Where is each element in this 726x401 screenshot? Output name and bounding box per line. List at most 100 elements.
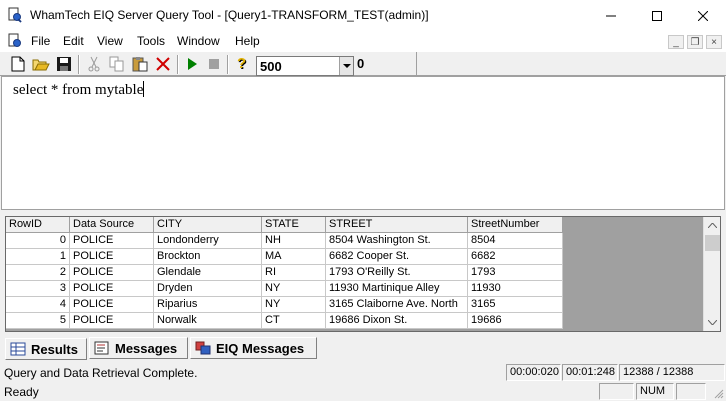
menu-window[interactable]: Window (177, 34, 220, 48)
table-row[interactable]: 3 POLICE Dryden NY 11930 Martinique Alle… (6, 281, 563, 297)
minimize-button[interactable] (588, 0, 634, 31)
new-button[interactable] (9, 55, 27, 73)
document-app-icon[interactable] (7, 33, 23, 49)
close-icon (698, 10, 708, 21)
child-close-button[interactable]: × (706, 35, 722, 49)
table-cell: 6682 Cooper St. (326, 249, 468, 265)
table-row[interactable]: 4 POLICE Riparius NY 3165 Claiborne Ave.… (6, 297, 563, 313)
tab-results[interactable]: Results (5, 338, 87, 360)
table-cell: NY (262, 281, 326, 297)
column-header[interactable]: StreetNumber (468, 217, 563, 233)
help-button[interactable]: ?? (234, 55, 252, 73)
table-cell: 1793 O'Reilly St. (326, 265, 468, 281)
table-cell: 19686 (468, 313, 563, 329)
results-tab-strip: Results Messages EIQ Messages (0, 335, 726, 361)
close-button[interactable] (680, 0, 726, 31)
table-cell: POLICE (70, 249, 154, 265)
help-question-icon: ?? (237, 56, 247, 72)
scroll-down-button[interactable] (704, 314, 720, 331)
tab-messages[interactable]: Messages (89, 337, 188, 359)
max-rows-dropdown-button[interactable] (339, 57, 353, 75)
column-header[interactable]: STATE (262, 217, 326, 233)
table-cell: 0 (6, 233, 70, 249)
table-cell: 19686 Dixon St. (326, 313, 468, 329)
column-header[interactable]: Data Source (70, 217, 154, 233)
stop-button[interactable] (205, 55, 223, 73)
cut-icon (88, 56, 100, 72)
scroll-thumb[interactable] (705, 235, 720, 251)
menu-file[interactable]: File (31, 34, 50, 48)
paste-button[interactable] (131, 55, 149, 73)
table-cell: Brockton (154, 249, 262, 265)
chevron-up-icon (708, 223, 717, 228)
delete-icon (156, 57, 170, 71)
table-cell: 11930 Martinique Alley (326, 281, 468, 297)
table-cell: 2 (6, 265, 70, 281)
results-grid[interactable]: RowID Data Source CITY STATE STREET Stre… (5, 216, 721, 332)
table-row[interactable]: 2 POLICE Glendale RI 1793 O'Reilly St. 1… (6, 265, 563, 281)
app-icon (8, 7, 22, 23)
table-cell: Londonderry (154, 233, 262, 249)
menu-view[interactable]: View (97, 34, 123, 48)
table-cell: Glendale (154, 265, 262, 281)
table-cell: POLICE (70, 313, 154, 329)
resize-grip-icon[interactable] (712, 387, 724, 399)
minimize-icon (606, 15, 616, 16)
save-button[interactable] (55, 55, 73, 73)
window-title: WhamTech EIQ Server Query Tool - [Query1… (30, 8, 429, 22)
column-header[interactable]: CITY (154, 217, 262, 233)
table-cell: Riparius (154, 297, 262, 313)
tab-label: EIQ Messages (216, 340, 305, 356)
chevron-down-icon (708, 320, 717, 325)
tab-label: Results (31, 341, 78, 357)
copy-button[interactable] (108, 55, 126, 73)
header-row: RowID Data Source CITY STATE STREET Stre… (6, 217, 563, 233)
table-cell: 11930 (468, 281, 563, 297)
toolbar-separator (78, 55, 80, 74)
table-cell: MA (262, 249, 326, 265)
record-count: 12388 / 12388 (619, 364, 725, 381)
scroll-up-button[interactable] (704, 217, 720, 234)
table-cell: NY (262, 297, 326, 313)
column-header[interactable]: STREET (326, 217, 468, 233)
child-minimize-button[interactable]: _ (668, 35, 684, 49)
close-icon: × (711, 36, 717, 48)
vertical-scrollbar[interactable] (703, 217, 720, 331)
max-rows-combo[interactable]: 500 (256, 56, 354, 76)
table-cell: 3165 Claiborne Ave. North (326, 297, 468, 313)
column-header[interactable]: RowID (6, 217, 70, 233)
tab-eiq-messages[interactable]: EIQ Messages (190, 337, 317, 359)
toolbar-separator (416, 52, 417, 77)
menu-bar: File Edit View Tools Window Help (0, 31, 726, 51)
child-restore-button[interactable]: ❐ (687, 35, 703, 49)
table-cell: RI (262, 265, 326, 281)
toolbar-separator (227, 55, 229, 74)
menu-edit[interactable]: Edit (63, 34, 84, 48)
maximize-icon (652, 10, 662, 21)
delete-button[interactable] (154, 55, 172, 73)
copy-icon (109, 56, 124, 72)
table-cell: CT (262, 313, 326, 329)
cut-button[interactable] (85, 55, 103, 73)
query-time: 00:00:020 (506, 364, 561, 381)
table-cell: POLICE (70, 265, 154, 281)
table-cell: 1793 (468, 265, 563, 281)
open-button[interactable] (32, 55, 50, 73)
menu-help[interactable]: Help (235, 34, 260, 48)
status-pane-empty (676, 383, 706, 400)
new-file-icon (11, 56, 25, 72)
maximize-button[interactable] (634, 0, 680, 31)
execute-button[interactable] (183, 55, 201, 73)
table-cell: 6682 (468, 249, 563, 265)
toolbar: ?? 500 0 (0, 51, 726, 77)
title-bar: WhamTech EIQ Server Query Tool - [Query1… (0, 0, 726, 31)
query-editor[interactable]: select * from mytable (1, 76, 725, 210)
text-caret (143, 81, 145, 97)
menu-tools[interactable]: Tools (137, 34, 165, 48)
table-row[interactable]: 0 POLICE Londonderry NH 8504 Washington … (6, 233, 563, 249)
table-cell: 5 (6, 313, 70, 329)
table-cell: 3165 (468, 297, 563, 313)
status-message: Query and Data Retrieval Complete. (4, 366, 198, 380)
table-row[interactable]: 1 POLICE Brockton MA 6682 Cooper St. 668… (6, 249, 563, 265)
table-row[interactable]: 5 POLICE Norwalk CT 19686 Dixon St. 1968… (6, 313, 563, 329)
